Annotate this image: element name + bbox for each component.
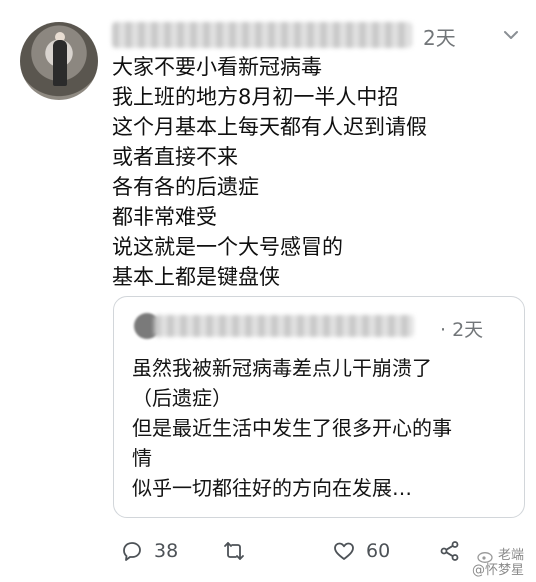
weibo-logo-icon (477, 551, 493, 563)
tweet-line: 都非常难受 (112, 205, 217, 229)
avatar-figure (53, 40, 67, 86)
reply-button[interactable]: 38 (120, 536, 178, 566)
blurred-username[interactable] (112, 22, 412, 48)
tweet-line: 我上班的地方8月初一半人中招 (112, 85, 399, 109)
watermark-line2: @怀梦星 (471, 563, 524, 578)
share-button[interactable] (438, 536, 462, 566)
tweet-timestamp[interactable]: 2天 (423, 22, 456, 51)
quoted-line: 虽然我被新冠病毒差点儿干崩溃了 (132, 356, 432, 380)
quoted-text: 虽然我被新冠病毒差点儿干崩溃了 （后遗症） 但是最近生活中发生了很多开心的事 情… (132, 353, 517, 503)
reply-count: 38 (154, 540, 179, 562)
quoted-line: 但是最近生活中发生了很多开心的事 (132, 416, 452, 440)
action-bar: 38 60 (0, 536, 536, 566)
quoted-line: 似乎一切都往好的方向在发展… (132, 476, 412, 500)
tweet-line: 基本上都是键盘侠 (112, 265, 280, 289)
watermark-line1: 老端 (497, 548, 524, 563)
tweet-line: 这个月基本上每天都有人迟到请假 (112, 115, 427, 139)
quoted-line: 情 (132, 446, 152, 470)
like-count: 60 (366, 540, 391, 562)
quoted-line: （后遗症） (132, 386, 232, 410)
reply-icon (123, 542, 141, 561)
avatar[interactable] (20, 22, 98, 100)
retweet-icon (224, 542, 244, 560)
quoted-blurred-username[interactable] (154, 315, 414, 337)
share-icon (440, 541, 459, 561)
watermark: 老端 @怀梦星 (472, 548, 524, 578)
tweet-line: 各有各的后遗症 (112, 175, 259, 199)
retweet-button[interactable] (222, 536, 246, 566)
tweet-line: 说这就是一个大号感冒的 (112, 235, 343, 259)
quoted-timestamp[interactable]: · 2天 (440, 315, 483, 342)
tweet-text: 大家不要小看新冠病毒 我上班的地方8月初一半人中招 这个月基本上每天都有人迟到请… (112, 52, 512, 292)
tweet-line: 或者直接不来 (112, 145, 238, 169)
like-button[interactable]: 60 (332, 536, 390, 566)
like-icon (334, 542, 354, 560)
chevron-down-icon[interactable] (502, 26, 520, 44)
tweet-line: 大家不要小看新冠病毒 (112, 55, 322, 79)
quoted-tweet[interactable]: · 2天 虽然我被新冠病毒差点儿干崩溃了 （后遗症） 但是最近生活中发生了很多开… (113, 296, 525, 518)
